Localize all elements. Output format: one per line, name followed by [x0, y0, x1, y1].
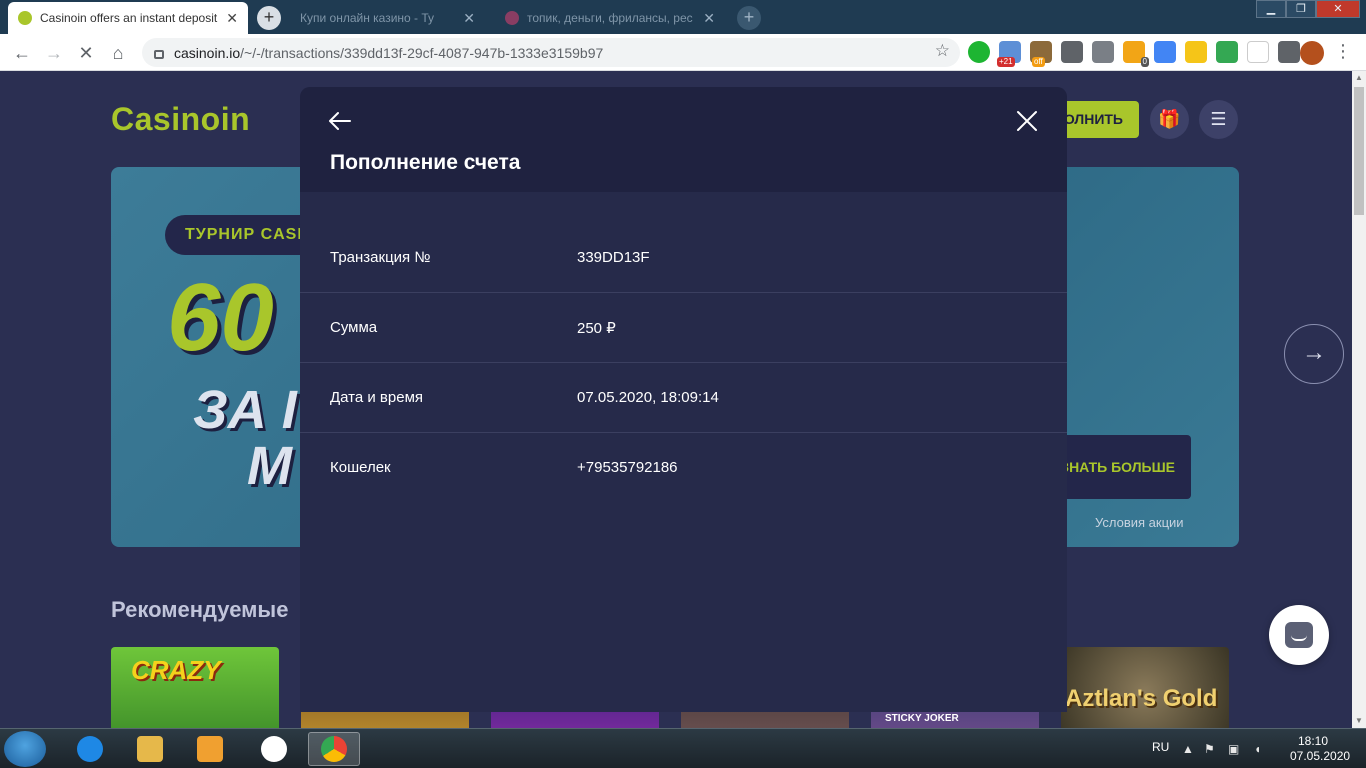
maximize-button[interactable]: ❐	[1286, 0, 1316, 18]
new-tab-button[interactable]: +	[257, 6, 281, 30]
translate-icon[interactable]	[1154, 41, 1176, 63]
home-icon[interactable]: ⌂	[106, 41, 130, 65]
mail-icon[interactable]	[1061, 41, 1083, 63]
close-window-button[interactable]: ✕	[1316, 0, 1360, 18]
media-queue-icon[interactable]	[1278, 41, 1300, 63]
address-bar[interactable]: casinoin.io/~/-/transactions/339dd13f-29…	[142, 38, 960, 67]
tab-close-icon[interactable]: ✕	[703, 10, 715, 27]
datetime-row: Дата и время 07.05.2020, 18:09:14	[300, 363, 1067, 433]
row-label: Дата и время	[330, 389, 424, 406]
game-tile-label: Aztlan's Gold	[1065, 685, 1218, 712]
tab-close-icon[interactable]: ✕	[463, 10, 475, 27]
badge-zero: 0	[1140, 57, 1149, 67]
yandex-browser-icon[interactable]	[248, 732, 300, 766]
network-icon[interactable]: ▣	[1228, 742, 1239, 756]
internet-explorer-icon[interactable]	[64, 732, 116, 766]
badge-off: off	[1032, 57, 1045, 67]
extension-shop-icon[interactable]: off	[1030, 41, 1052, 67]
row-value: 07.05.2020, 18:09:14	[577, 389, 719, 406]
modal-title: Пополнение счета	[330, 151, 521, 174]
forward-arrow-icon[interactable]: →	[42, 41, 66, 65]
badge-counter: +21	[997, 57, 1015, 67]
banner-big-number: 60	[167, 264, 274, 371]
lock-extension-icon[interactable]	[1092, 41, 1114, 63]
browser-titlebar: Casinoin offers an instant deposit ✕ + К…	[0, 0, 1366, 34]
recommended-section-title: Рекомендуемые	[111, 597, 289, 622]
lock-icon	[154, 49, 164, 59]
tab-title: Купи онлайн казино - Ту	[300, 11, 435, 25]
minimize-button[interactable]: ▁	[1256, 0, 1286, 18]
extension-yellow-icon[interactable]	[1185, 41, 1207, 63]
back-arrow-icon[interactable]: ←	[10, 41, 34, 65]
wallet-row: Кошелек +79535792186	[300, 433, 1067, 503]
row-label: Транзакция №	[330, 249, 431, 266]
scrollbar-thumb[interactable]	[1354, 87, 1364, 215]
row-value: +79535792186	[577, 459, 678, 476]
modal-header: Пополнение счета	[300, 87, 1067, 192]
extension-separator-icon	[1247, 41, 1269, 63]
tab-second[interactable]: Купи онлайн казино - Ту ✕	[290, 2, 485, 34]
scroll-up-icon[interactable]: ▲	[1352, 71, 1366, 85]
language-indicator[interactable]: RU	[1152, 740, 1169, 754]
amount-row: Сумма 250 ₽	[300, 293, 1067, 363]
support-chat-button[interactable]	[1269, 605, 1329, 665]
row-label: Кошелек	[330, 459, 391, 476]
gift-icon[interactable]: 🎁	[1150, 100, 1189, 139]
learn-more-button[interactable]: ЗНАТЬ БОЛЬШЕ	[1051, 435, 1191, 499]
media-player-icon[interactable]	[184, 732, 236, 766]
row-value: 339DD13F	[577, 249, 650, 266]
tab-casinoin[interactable]: Casinoin offers an instant deposit ✕	[8, 2, 248, 34]
tab-close-icon[interactable]: ✕	[226, 10, 238, 27]
start-button[interactable]	[4, 731, 46, 767]
back-arrow-icon[interactable]	[326, 107, 354, 135]
chat-bubble-icon	[1285, 622, 1313, 648]
extension-coin-icon[interactable]: 0	[1123, 41, 1149, 67]
browser-toolbar: ← → ✕ ⌂ casinoin.io/~/-/transactions/339…	[0, 34, 1366, 71]
promo-terms-link[interactable]: Условия акции	[1095, 515, 1184, 530]
banner-line-3: М	[247, 436, 292, 496]
scroll-down-icon[interactable]: ▼	[1352, 714, 1366, 728]
browser-menu-icon[interactable]: ⋮	[1334, 41, 1352, 62]
bookmark-star-icon[interactable]: ☆	[935, 41, 950, 61]
game-tile-crazy-monkey[interactable]: CRAZY	[111, 647, 279, 728]
transaction-id-row: Транзакция № 339DD13F	[300, 223, 1067, 293]
tab-title: топик, деньги, фрилансы, рес	[527, 11, 693, 25]
show-hidden-icons-icon[interactable]: ▲	[1182, 742, 1194, 756]
casinoin-favicon-icon	[18, 11, 32, 25]
tab-third[interactable]: топик, деньги, фрилансы, рес ✕	[495, 2, 725, 34]
extension-green-icon[interactable]	[968, 41, 990, 63]
close-icon[interactable]	[1013, 107, 1041, 135]
file-explorer-icon[interactable]	[124, 732, 176, 766]
extensions-area: +21 off 0	[968, 41, 1300, 67]
windows-taskbar: RU ▲ ⚑ ▣ ◖ 18:10 07.05.2020	[0, 728, 1366, 768]
site-logo[interactable]: Casinoin	[111, 101, 250, 138]
tab-title: Casinoin offers an instant deposit	[40, 11, 218, 25]
profile-avatar[interactable]	[1300, 41, 1324, 65]
window-controls: ▁ ❐ ✕	[1256, 0, 1360, 18]
row-value: 250 ₽	[577, 320, 616, 337]
url-text: casinoin.io/~/-/transactions/339dd13f-29…	[174, 44, 604, 61]
tab-favicon-icon	[505, 11, 519, 25]
row-label: Сумма	[330, 319, 378, 336]
game-tile-label: STICKY JOKER	[885, 713, 959, 724]
system-clock[interactable]: 18:10 07.05.2020	[1290, 734, 1351, 764]
new-tab-button-2[interactable]: +	[737, 6, 761, 30]
clock-date: 07.05.2020	[1290, 749, 1351, 763]
banner-next-arrow-icon[interactable]: →	[1284, 324, 1344, 384]
transaction-details-modal: Пополнение счета Транзакция № 339DD13F С…	[300, 87, 1067, 712]
extension-home-icon[interactable]	[1216, 41, 1238, 63]
extension-weather-icon[interactable]: +21	[997, 41, 1021, 67]
clock-time: 18:10	[1297, 734, 1329, 748]
game-tile-label: CRAZY	[131, 655, 221, 685]
chrome-icon[interactable]	[308, 732, 360, 766]
stop-loading-icon[interactable]: ✕	[74, 41, 98, 65]
page-scrollbar[interactable]: ▲ ▼	[1352, 71, 1366, 728]
game-tile-aztlans-gold[interactable]: Aztlan's Gold	[1061, 647, 1229, 728]
menu-icon[interactable]: ☰	[1199, 100, 1238, 139]
banner-line-2: ЗА I	[193, 380, 297, 440]
volume-icon[interactable]: ◖	[1254, 742, 1261, 756]
action-center-icon[interactable]: ⚑	[1204, 742, 1215, 756]
